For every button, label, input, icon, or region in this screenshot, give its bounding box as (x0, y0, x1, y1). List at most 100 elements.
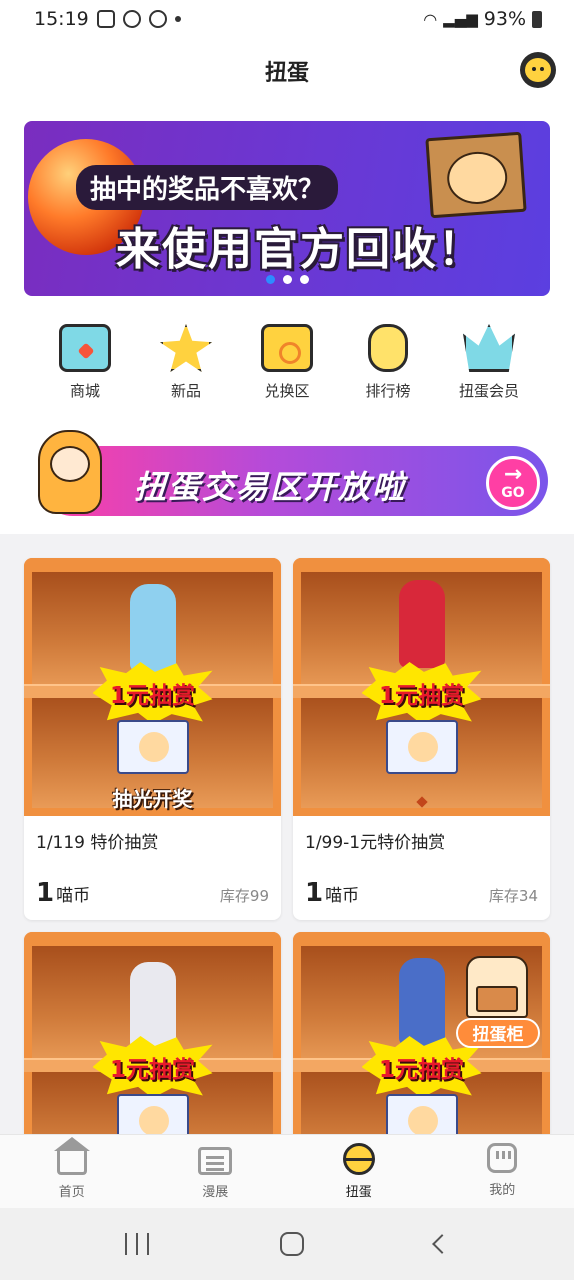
price-value: 1 (305, 878, 324, 908)
app-header: 扭蛋 (0, 38, 574, 104)
banner-dot[interactable] (265, 275, 275, 284)
price: 1 喵币 (36, 878, 90, 908)
status-bar: 15:19 ◠ ▂▄▆ 93% (0, 0, 574, 38)
gacha-icon (342, 1143, 375, 1175)
battery-icon (532, 10, 542, 28)
home-icon (53, 1137, 90, 1175)
expo-icon (198, 1147, 233, 1175)
quick-nav-label: 扭蛋会员 (458, 382, 519, 400)
product-card[interactable]: 1元抽赏 1/99-1元特价抽赏 1 喵币 库存34 (293, 558, 550, 920)
back-icon[interactable] (431, 1234, 452, 1254)
price: 1 喵币 (305, 878, 359, 908)
banner-subheadline: 来使用官方回收！ (116, 224, 484, 275)
battery-level: 93% (483, 8, 526, 30)
tab-label: 扭蛋 (345, 1185, 372, 1200)
arrow-right-icon: → (503, 462, 523, 487)
shop-box-icon (59, 324, 111, 372)
burst-label: 1元抽赏 (378, 1057, 464, 1083)
burst-label: 1元抽赏 (109, 1057, 195, 1083)
quick-nav-label: 兑换区 (264, 382, 310, 400)
customer-service-button[interactable] (520, 52, 556, 88)
new-star-icon (160, 324, 212, 372)
wifi-icon: ◠ (423, 9, 438, 29)
signal-icon: ▂▄▆ (443, 10, 478, 28)
quick-nav: 商城 新品 兑换区 排行榜 扭蛋会员 (46, 324, 528, 401)
quick-nav-ranking[interactable]: 排行榜 (349, 324, 427, 401)
product-image: 1元抽赏 抽光开奖 (24, 558, 281, 816)
quick-nav-new[interactable]: 新品 (147, 324, 225, 401)
product-image: 1元抽赏 (293, 558, 550, 816)
product-title: 1/119 特价抽赏 (36, 833, 159, 853)
product-info: 1/99-1元特价抽赏 1 喵币 库存34 (293, 816, 550, 920)
tab-gacha[interactable]: 扭蛋 (287, 1135, 431, 1208)
prize-box-image (116, 720, 189, 774)
home-button-icon[interactable] (279, 1232, 304, 1256)
go-button[interactable]: → GO (486, 456, 540, 510)
gallery-notification-icon (96, 10, 115, 28)
product-image: 1元抽赏 (24, 932, 281, 1134)
tab-label: 首页 (58, 1185, 85, 1200)
banner-dot[interactable] (299, 275, 309, 284)
trading-zone-banner[interactable]: 扭蛋交易区开放啦 → GO (24, 420, 550, 520)
price-unit: 喵币 (325, 886, 360, 906)
prize-box-image (116, 1094, 189, 1134)
quick-nav-label: 新品 (170, 382, 201, 400)
price-value: 1 (36, 878, 55, 908)
card-caption: 抽光开奖 (112, 787, 193, 811)
burst-label: 1元抽赏 (378, 683, 464, 709)
go-label: GO (501, 485, 525, 501)
tab-profile[interactable]: 我的 (431, 1135, 574, 1208)
price-row: 1 喵币 库存34 (305, 878, 538, 908)
page-title: 扭蛋 (264, 61, 309, 86)
vip-crown-icon (463, 324, 515, 372)
more-notifications-icon (174, 16, 181, 22)
tab-label: 漫展 (202, 1185, 229, 1200)
status-time: 15:19 (34, 8, 89, 30)
price-row: 1 喵币 库存99 (36, 878, 269, 908)
quick-nav-label: 排行榜 (365, 382, 411, 400)
mecha-girl-figure-image (398, 580, 445, 668)
prize-box-image (385, 720, 458, 774)
quick-nav-shop[interactable]: 商城 (46, 324, 124, 401)
product-title: 1/99-1元特价抽赏 (305, 833, 446, 853)
cardboard-box-cat-image (425, 131, 527, 219)
tab-home[interactable]: 首页 (0, 1135, 144, 1208)
price-unit: 喵币 (56, 886, 91, 906)
fairy-figure-image (129, 584, 176, 672)
status-right: ◠ ▂▄▆ 93% (423, 8, 542, 30)
app-notification-icon (122, 10, 141, 28)
link-notification-icon (148, 10, 167, 28)
blue-mecha-figure-image (398, 958, 445, 1046)
prize-box-image (385, 1094, 458, 1134)
headset-mascot-icon (525, 58, 551, 82)
white-robot-figure-image (129, 962, 176, 1050)
product-card[interactable]: 1元抽赏 (24, 932, 281, 1134)
ranking-icon (368, 324, 408, 372)
profile-icon (487, 1143, 518, 1173)
promo-text: 扭蛋交易区开放啦 (134, 468, 407, 506)
recent-apps-icon[interactable] (125, 1233, 150, 1255)
character-face (50, 446, 90, 482)
megaphone-girl-image (28, 420, 124, 520)
quick-nav-label: 商城 (69, 382, 100, 400)
stock-count: 库存99 (219, 887, 269, 905)
cat-mascot-image (445, 149, 509, 206)
burst-label: 1元抽赏 (109, 683, 195, 709)
tab-expo[interactable]: 漫展 (144, 1135, 288, 1208)
gacha-cabinet-button[interactable]: 扭蛋柜 (456, 946, 540, 1050)
product-info: 1/119 特价抽赏 1 喵币 库存99 (24, 816, 281, 920)
quick-nav-exchange[interactable]: 兑换区 (248, 324, 326, 401)
quick-nav-vip[interactable]: 扭蛋会员 (450, 324, 528, 401)
product-card[interactable]: 1元抽赏 抽光开奖 1/119 特价抽赏 1 喵币 库存99 (24, 558, 281, 920)
system-nav-bar (0, 1208, 574, 1280)
promo-banner[interactable]: 抽中的奖品不喜欢？ 来使用官方回收！ (24, 121, 550, 296)
cabinet-drawer-icon (476, 986, 518, 1012)
banner-headline: 抽中的奖品不喜欢？ (76, 165, 339, 210)
banner-dot[interactable] (282, 275, 292, 284)
bottom-tab-bar: 首页 漫展 扭蛋 我的 (0, 1134, 574, 1208)
stock-count: 库存34 (488, 887, 538, 905)
tab-label: 我的 (489, 1183, 516, 1198)
status-left: 15:19 (34, 8, 181, 30)
banner-pagination (24, 275, 550, 284)
gacha-cabinet-label: 扭蛋柜 (456, 1018, 540, 1048)
